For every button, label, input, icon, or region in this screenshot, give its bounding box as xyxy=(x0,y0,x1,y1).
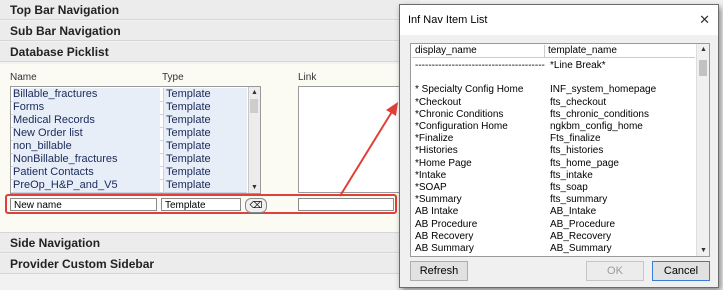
template-name-cell: AB_Procedure xyxy=(550,218,616,230)
display-name-cell: AB Procedure xyxy=(415,218,478,230)
list-item[interactable]: *Intake fts_intake xyxy=(412,170,695,182)
template-name-cell: fts_summary xyxy=(550,194,608,206)
list-item[interactable]: * Specialty Config Home INF_system_homepa… xyxy=(412,84,695,96)
list-item[interactable]: AB Summary AB_Summary xyxy=(412,243,695,255)
display-name-cell: *Histories xyxy=(415,145,458,157)
list-item[interactable]: AB Recovery AB_Recovery xyxy=(412,231,695,243)
display-name-cell: --------------------------------------- xyxy=(415,60,545,71)
display-name-cell: *Finalize xyxy=(415,133,454,145)
display-name-cell: *Checkout xyxy=(415,96,462,108)
header-display-name[interactable]: display_name xyxy=(415,45,477,57)
list-item[interactable]: AB Procedure AB_Procedure xyxy=(412,219,695,231)
list-scroll-down-icon[interactable]: ▼ xyxy=(698,245,709,256)
close-icon[interactable]: ✕ xyxy=(699,12,710,28)
template-name-cell: AB_Recovery xyxy=(550,230,612,242)
list-item[interactable] xyxy=(412,72,695,84)
nav-item-list[interactable]: display_name template_name -------------… xyxy=(410,43,710,257)
dialog-title: Inf Nav Item List xyxy=(408,14,488,26)
list-item[interactable]: *Configuration Home ngkbm_config_home xyxy=(412,121,695,133)
ok-button[interactable]: OK xyxy=(586,261,644,281)
display-name-cell: *Intake xyxy=(415,169,447,181)
display-name-cell: AB Recovery xyxy=(415,230,474,242)
display-name-cell: AB Intake xyxy=(415,206,459,218)
list-item[interactable]: --------------------------------------- *… xyxy=(412,60,695,72)
cancel-button[interactable]: Cancel xyxy=(652,261,710,281)
list-scrollbar[interactable]: ▲ ▼ xyxy=(696,44,709,256)
template-name-cell: fts_soap xyxy=(550,182,588,193)
list-item[interactable]: *SOAP fts_soap xyxy=(412,182,695,194)
display-name-cell: *SOAP xyxy=(415,182,447,193)
template-name-cell: Fts_finalize xyxy=(550,133,601,145)
display-name-cell: *Summary xyxy=(415,194,462,206)
list-item[interactable]: *Summary fts_summary xyxy=(412,194,695,206)
refresh-button[interactable]: Refresh xyxy=(410,261,468,281)
dialog-titlebar: Inf Nav Item List ✕ xyxy=(400,5,718,35)
list-scroll-up-icon[interactable]: ▲ xyxy=(698,44,709,55)
inf-nav-item-list-dialog: Inf Nav Item List ✕ display_name templat… xyxy=(399,4,719,288)
template-name-cell: AB_Intake xyxy=(550,206,597,218)
template-name-cell: AB_Summary xyxy=(550,243,612,254)
display-name-cell: *Configuration Home xyxy=(415,121,508,132)
template-name-cell: fts_intake xyxy=(550,169,593,181)
template-name-cell: fts_checkout xyxy=(550,96,607,108)
template-name-cell: INF_system_homepage xyxy=(550,84,657,96)
header-divider[interactable] xyxy=(544,45,545,57)
display-name-cell: AB Summary xyxy=(415,243,474,254)
display-name-cell: * Specialty Config Home xyxy=(415,84,524,96)
list-item[interactable]: *Chronic Conditions fts_chronic_condition… xyxy=(412,109,695,121)
list-item[interactable]: *Home Page fts_home_page xyxy=(412,158,695,170)
template-name-cell: fts_chronic_conditions xyxy=(550,108,649,120)
list-item[interactable]: *Checkout fts_checkout xyxy=(412,97,695,109)
template-name-cell: fts_home_page xyxy=(550,157,619,169)
list-item[interactable]: *Finalize Fts_finalize xyxy=(412,133,695,145)
list-scroll-thumb[interactable] xyxy=(699,60,707,76)
header-template-name[interactable]: template_name xyxy=(548,45,617,57)
list-header: display_name template_name xyxy=(412,45,695,58)
template-name-cell: ngkbm_config_home xyxy=(550,121,643,132)
display-name-cell: *Chronic Conditions xyxy=(415,108,504,120)
template-name-cell: fts_histories xyxy=(550,145,604,157)
template-name-cell: *Line Break* xyxy=(550,60,606,71)
list-item[interactable]: AB Intake AB_Intake xyxy=(412,206,695,218)
display-name-cell: *Home Page xyxy=(415,157,472,169)
list-item[interactable]: *Histories fts_histories xyxy=(412,145,695,157)
